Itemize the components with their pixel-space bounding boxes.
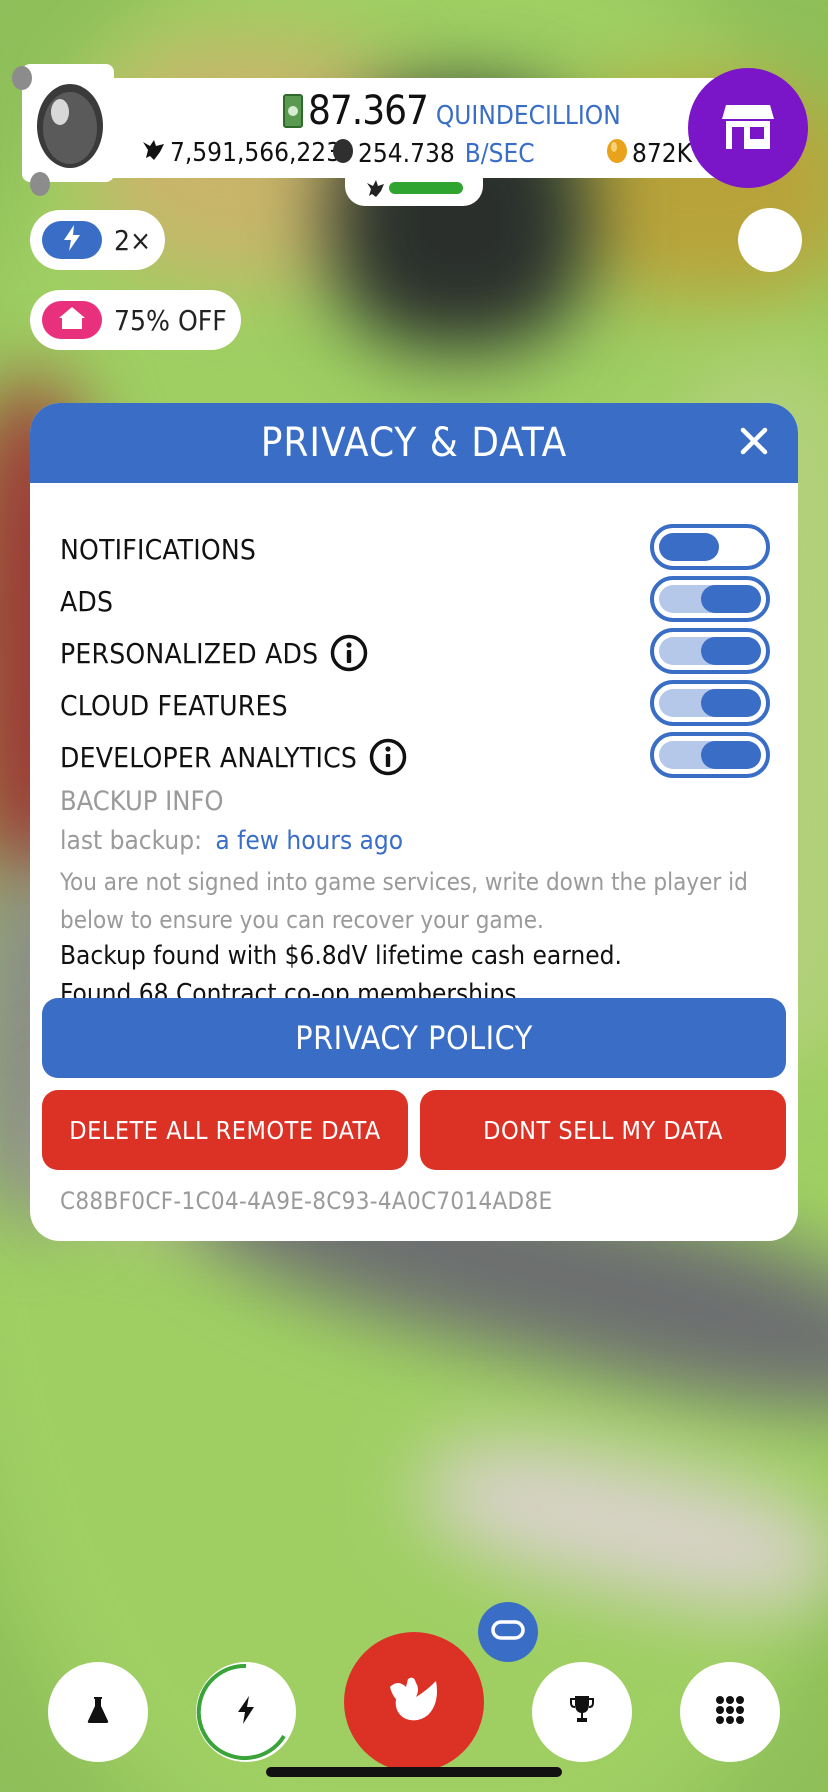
achievements-button[interactable] bbox=[532, 1662, 632, 1762]
backup-heading: BACKUP INFO bbox=[60, 786, 224, 817]
setting-cloud-features: CLOUD FEATURES bbox=[60, 679, 770, 731]
store-icon bbox=[720, 101, 776, 155]
backup-found-text: Backup found with $6.8dV lifetime cash e… bbox=[60, 941, 622, 971]
discount-label: 75% OFF bbox=[114, 303, 227, 337]
house-icon bbox=[57, 305, 87, 335]
boost-badge bbox=[42, 221, 102, 259]
setting-developer-analytics: DEVELOPER ANALYTICS bbox=[60, 731, 770, 783]
hatch-chicken-button[interactable] bbox=[344, 1632, 484, 1772]
mini-toggle-button[interactable] bbox=[478, 1602, 538, 1662]
info-icon[interactable] bbox=[369, 738, 407, 776]
egg-icon bbox=[332, 136, 354, 171]
discount-pill[interactable]: 75% OFF bbox=[30, 290, 241, 350]
backup-description: You are not signed into game services, w… bbox=[60, 868, 748, 934]
boost-timer-ring bbox=[196, 1663, 286, 1760]
cloud-features-toggle[interactable] bbox=[650, 680, 770, 726]
player-id: C88BF0CF-1C04-4A9E-8C93-4A0C7014AD8E bbox=[60, 1187, 553, 1215]
boosts-button[interactable] bbox=[196, 1662, 296, 1762]
dont-sell-data-button[interactable]: DONT SELL MY DATA bbox=[420, 1090, 786, 1170]
last-backup: last backup: a few hours ago bbox=[60, 826, 404, 856]
boost-pill[interactable]: 2× bbox=[30, 210, 166, 270]
shop-button[interactable] bbox=[688, 68, 808, 188]
menu-circle-button[interactable] bbox=[738, 208, 802, 272]
menu-grid-button[interactable] bbox=[680, 1662, 780, 1762]
notifications-toggle[interactable] bbox=[650, 524, 770, 570]
close-button[interactable] bbox=[732, 421, 776, 465]
research-button[interactable] bbox=[48, 1662, 148, 1762]
setting-notifications: NOTIFICATIONS bbox=[60, 523, 770, 575]
chicken-count: 7,591,566,223 bbox=[140, 136, 341, 169]
chicken-progress-tab bbox=[345, 170, 483, 206]
info-icon[interactable] bbox=[330, 634, 368, 672]
home-indicator[interactable] bbox=[266, 1767, 562, 1777]
close-icon bbox=[740, 427, 768, 459]
boost-multiplier: 2× bbox=[114, 223, 152, 257]
discount-badge bbox=[42, 301, 102, 339]
setting-personalized-ads: PERSONALIZED ADS bbox=[60, 627, 770, 679]
chicken-icon bbox=[386, 1673, 442, 1731]
developer-analytics-toggle[interactable] bbox=[650, 732, 770, 778]
rectangle-icon bbox=[491, 1620, 525, 1644]
cash-icon bbox=[283, 94, 303, 132]
stats-row: 7,591,566,223 254.738 B/SEC 872K bbox=[140, 136, 700, 172]
privacy-policy-button[interactable]: PRIVACY POLICY bbox=[42, 998, 786, 1078]
modal-title: PRIVACY & DATA bbox=[260, 420, 568, 466]
chicken-small-icon bbox=[365, 177, 385, 203]
setting-ads: ADS bbox=[60, 575, 770, 627]
backup-coop-text: Found 68 Contract co-op memberships bbox=[60, 979, 517, 999]
egg-rate: 254.738 B/SEC bbox=[332, 136, 535, 171]
lightning-icon bbox=[62, 224, 82, 256]
delete-remote-data-button[interactable]: DELETE ALL REMOTE DATA bbox=[42, 1090, 408, 1170]
ads-toggle[interactable] bbox=[650, 576, 770, 622]
cash-display: 87.367 QUINDECILLION bbox=[308, 88, 621, 138]
cash-amount: 87.367 bbox=[308, 88, 429, 134]
golden-egg-icon bbox=[606, 136, 628, 171]
progress-bar bbox=[389, 182, 463, 194]
modal-header: PRIVACY & DATA bbox=[30, 403, 798, 483]
personalized-ads-toggle[interactable] bbox=[650, 628, 770, 674]
flask-icon bbox=[86, 1695, 110, 1729]
golden-eggs: 872K bbox=[606, 136, 692, 171]
chicken-icon bbox=[140, 136, 166, 169]
privacy-modal: PRIVACY & DATA NOTIFICATIONS ADS PERSONA… bbox=[30, 403, 798, 1241]
current-egg-scroll[interactable] bbox=[8, 58, 122, 198]
egg-icon bbox=[37, 84, 103, 168]
cash-unit: QUINDECILLION bbox=[435, 101, 621, 131]
trophy-icon bbox=[570, 1694, 594, 1730]
grid-icon bbox=[715, 1695, 745, 1729]
